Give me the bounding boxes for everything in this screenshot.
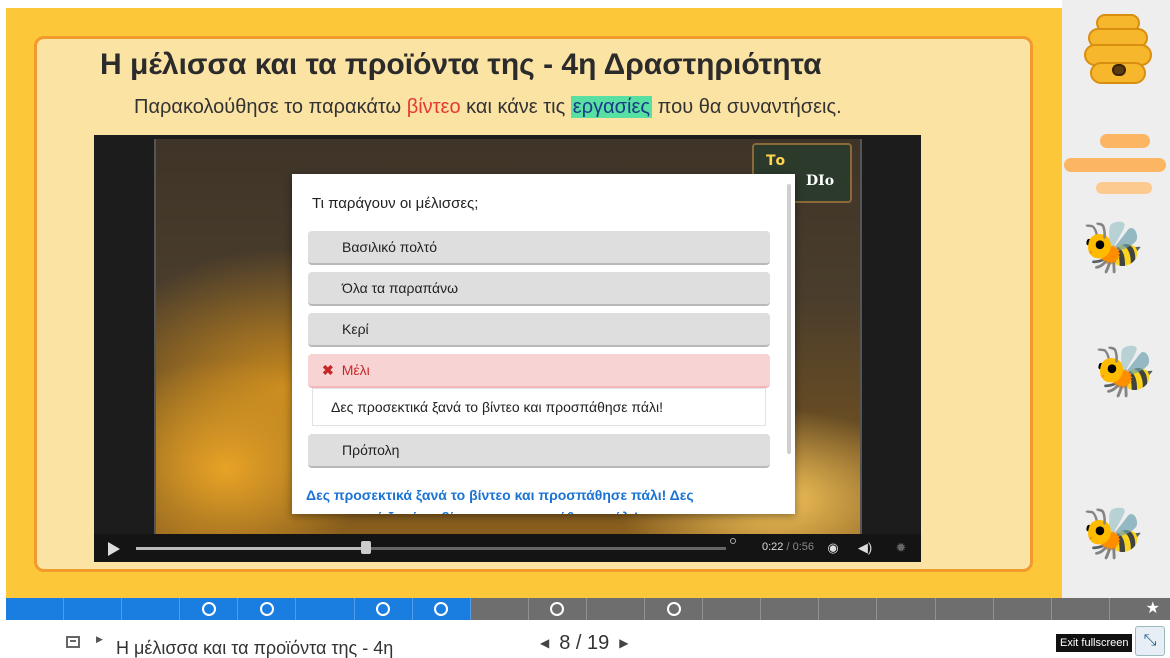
progress-segment[interactable]: [238, 598, 297, 620]
wrong-mark-icon: ✖: [322, 362, 334, 378]
playback-speed-icon[interactable]: ◉: [824, 539, 842, 557]
progress-segment[interactable]: [1052, 598, 1110, 620]
interaction-marker[interactable]: [361, 541, 372, 554]
bee-cartoon-icon: 🐝: [1094, 343, 1157, 399]
exit-fullscreen-button[interactable]: ⤡: [1135, 626, 1165, 656]
play-icon[interactable]: [108, 542, 120, 556]
progress-segment[interactable]: [354, 598, 413, 620]
prev-slide-button[interactable]: ◀: [540, 636, 549, 650]
progress-segment[interactable]: [412, 598, 471, 620]
answer-option[interactable]: Πρόπολη: [308, 434, 770, 468]
progress-segment[interactable]: [703, 598, 762, 620]
progress-segment[interactable]: [529, 598, 587, 620]
progress-segment[interactable]: [761, 598, 820, 620]
progress-segment[interactable]: [471, 598, 529, 620]
quiz-scrollbar[interactable]: [787, 184, 791, 454]
gear-icon[interactable]: ✹: [892, 539, 910, 557]
slide-progress-bar[interactable]: ★: [6, 598, 1170, 620]
instruction-text-1: Παρακολούθησε το παρακάτω: [134, 96, 407, 118]
progress-segment[interactable]: [936, 598, 994, 620]
seek-bar[interactable]: [136, 541, 726, 554]
logo-text-1: Το: [766, 153, 786, 169]
menu-bar-3-icon: [1096, 182, 1152, 194]
caret-right-icon[interactable]: ▶: [96, 634, 103, 645]
interaction-circle-icon: [259, 602, 274, 616]
answer-option-wrong[interactable]: ✖ Μέλι: [308, 354, 770, 388]
menu-bar-2-icon: [1064, 158, 1166, 172]
time-duration: / 0:56: [786, 541, 815, 553]
interaction-circle-icon: [434, 602, 449, 616]
current-slide-title: Η μέλισσα και τα προϊόντα της - 4η: [116, 638, 394, 658]
exit-fullscreen-tooltip: Exit fullscreen: [1056, 634, 1133, 652]
menu-bar-1-icon: [1100, 134, 1150, 148]
scrubber-handle-icon[interactable]: [730, 538, 736, 544]
answer-label: Μέλι: [341, 362, 370, 378]
progress-segment[interactable]: [64, 598, 123, 620]
table-of-contents-icon[interactable]: [66, 636, 80, 648]
slide-heading: Η μέλισσα και τα προϊόντα της - 4η Δραστ…: [100, 48, 822, 81]
bee-cartoon-icon: 🐝: [1082, 219, 1145, 275]
answer-feedback: Δες προσεκτικά ξανά το βίντεο και προσπά…: [312, 388, 766, 426]
interaction-circle-icon: [376, 602, 391, 616]
volume-icon[interactable]: ◀): [856, 539, 874, 557]
progress-segment[interactable]: [122, 598, 181, 620]
pager-separator: /: [575, 632, 582, 654]
app-root: Η μέλισσα και τα προϊόντα της - 4η Δραστ…: [0, 0, 1170, 658]
answer-option[interactable]: Όλα τα παραπάνω: [308, 272, 770, 306]
total-slides: 19: [587, 632, 610, 654]
interaction-circle-icon: [666, 602, 681, 616]
slide-pager: ◀ 8 / 19 ▶: [530, 632, 639, 655]
current-slide-number: 8: [559, 632, 571, 654]
instruction-video-word: βίντεο: [406, 96, 461, 118]
progress-segment[interactable]: [645, 598, 704, 620]
instruction-tasks-word: εργασίες: [570, 96, 652, 118]
progress-segment[interactable]: [587, 598, 646, 620]
progress-segment[interactable]: [6, 598, 65, 620]
answer-option[interactable]: Βασιλικό πολτό: [308, 231, 770, 265]
seek-bar-fill: [136, 547, 367, 550]
progress-segment[interactable]: [819, 598, 878, 620]
decor-sidebar: 🐝 🐝 🐝: [1062, 0, 1170, 598]
slide-instruction: Παρακολούθησε το παρακάτω βίντεο και κάν…: [134, 96, 842, 119]
interaction-circle-icon: [550, 602, 565, 616]
progress-segment[interactable]: [180, 598, 239, 620]
time-current: 0:22: [762, 541, 784, 553]
progress-segment[interactable]: [296, 598, 355, 620]
bee-reading-icon: 🐝: [1082, 505, 1145, 561]
progress-segment[interactable]: [877, 598, 936, 620]
quiz-popup: Τι παράγουν οι μέλισσες; Βασιλικό πολτό …: [292, 174, 795, 514]
bottom-nav: ▶ Η μέλισσα και τα προϊόντα της - 4η ◀ 8 …: [0, 620, 1170, 658]
overall-feedback: Δες προσεκτικά ξανά το βίντεο και προσπά…: [306, 487, 694, 514]
instruction-text-2: και κάνε τις: [460, 96, 571, 118]
answer-option[interactable]: Κερί: [308, 313, 770, 347]
logo-text-2: DIo: [806, 173, 835, 189]
instruction-text-3: που θα συναντήσεις.: [652, 96, 842, 118]
video-controls: 0:22 / 0:56 ◉ ◀) ✹: [94, 534, 921, 562]
interaction-circle-icon: [201, 602, 216, 616]
quiz-question: Τι παράγουν οι μέλισσες;: [312, 195, 479, 212]
star-icon[interactable]: ★: [1146, 598, 1160, 620]
time-display: 0:22 / 0:56: [762, 541, 814, 553]
progress-segment[interactable]: [994, 598, 1052, 620]
next-slide-button[interactable]: ▶: [619, 636, 628, 650]
beehive-icon: [1082, 14, 1154, 88]
